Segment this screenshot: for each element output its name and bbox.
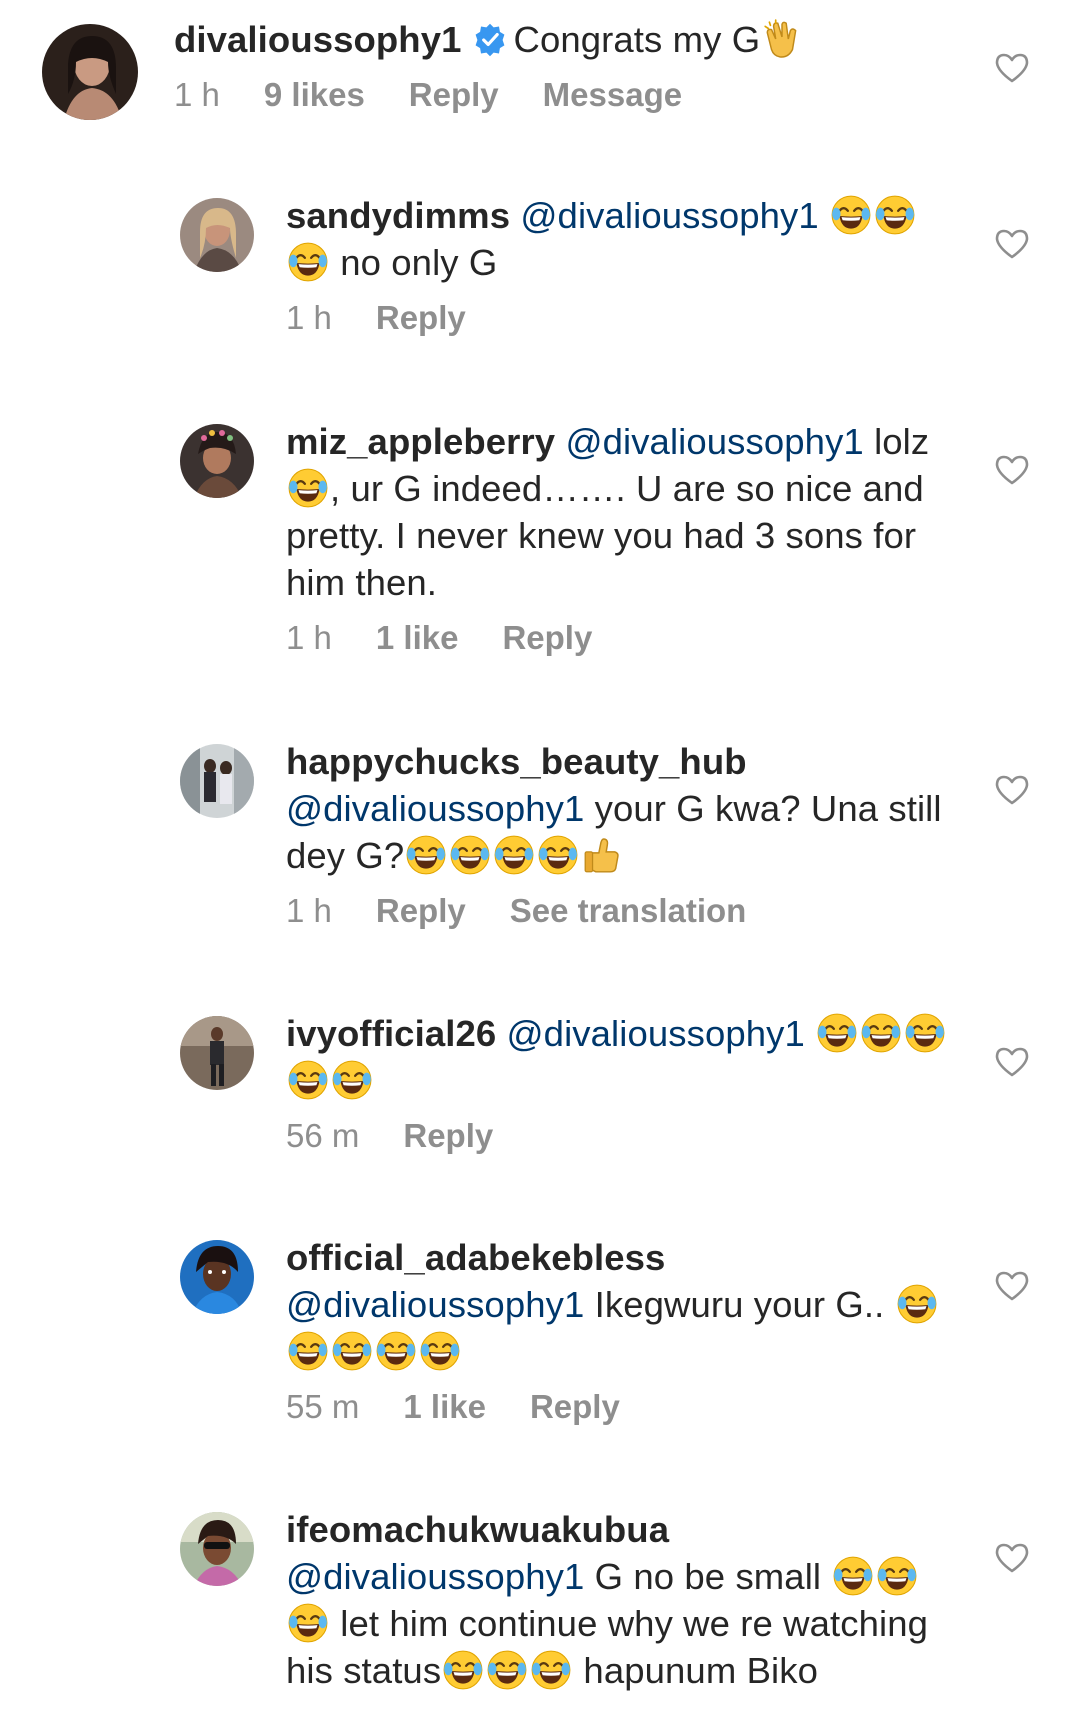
comment-text-segment: lolz xyxy=(863,421,930,462)
face-with-tears-of-joy-emoji xyxy=(442,1649,484,1691)
face-with-tears-of-joy-emoji xyxy=(375,1330,417,1372)
comment-text-segment: G no be small xyxy=(584,1556,832,1597)
comment-text-segment: Congrats my G xyxy=(513,19,761,60)
message-button[interactable]: Message xyxy=(543,73,682,117)
comment-text: divalioussophy1 Congrats my G xyxy=(174,16,960,63)
face-with-tears-of-joy-emoji xyxy=(530,1649,572,1691)
comment-time: 1 h xyxy=(286,299,332,336)
thumbs-up-emoji xyxy=(581,834,623,876)
face-with-tears-of-joy-emoji xyxy=(486,1649,528,1691)
comment-username[interactable]: divalioussophy1 xyxy=(174,19,462,60)
verified-badge-icon xyxy=(472,22,508,58)
comment-text: ifeomachukwuakubua @divalioussophy1 G no… xyxy=(286,1506,960,1694)
face-with-tears-of-joy-emoji xyxy=(287,467,329,509)
comment-username[interactable]: ifeomachukwuakubua xyxy=(286,1509,669,1550)
comment-text: official_adabekebless @divalioussophy1 I… xyxy=(286,1234,960,1375)
reply-button[interactable]: Reply xyxy=(502,616,592,660)
face-with-tears-of-joy-emoji xyxy=(331,1059,373,1101)
avatar[interactable] xyxy=(180,198,254,272)
comment-text-segment: , ur G indeed……. U are so nice and prett… xyxy=(286,468,924,603)
heart-outline-icon[interactable] xyxy=(994,774,1030,806)
face-with-tears-of-joy-emoji xyxy=(493,834,535,876)
comment-time: 55 m xyxy=(286,1388,360,1425)
face-with-tears-of-joy-emoji xyxy=(287,1330,329,1372)
avatar[interactable] xyxy=(180,1016,254,1090)
likes-count[interactable]: 9 likes xyxy=(264,73,365,117)
face-with-tears-of-joy-emoji xyxy=(287,241,329,283)
clapping-hands-emoji xyxy=(761,18,803,60)
comment-time: 1 h xyxy=(286,892,332,929)
mention-link[interactable]: @divalioussophy1 xyxy=(507,1013,805,1054)
mention-link[interactable]: @divalioussophy1 xyxy=(286,788,584,829)
face-with-tears-of-joy-emoji xyxy=(876,1555,918,1597)
mention-link[interactable]: @divalioussophy1 xyxy=(286,1556,584,1597)
comment-username[interactable]: happychucks_beauty_hub xyxy=(286,741,747,782)
heart-outline-icon[interactable] xyxy=(994,454,1030,486)
comment-meta: 1 h 9 likes Reply Message xyxy=(174,73,960,117)
comment-meta: 1 h Reply xyxy=(286,296,960,340)
likes-count[interactable]: 1 like xyxy=(403,1385,486,1429)
comment-text: ivyofficial26 @divalioussophy1 xyxy=(286,1010,960,1104)
comment-meta: 1 h Reply See translation xyxy=(286,889,960,933)
comment-time: 1 h xyxy=(286,619,332,656)
reply-button[interactable]: Reply xyxy=(530,1385,620,1429)
reply-button[interactable]: Reply xyxy=(376,296,466,340)
comment-text-segment: Ikegwuru your G.. xyxy=(584,1284,895,1325)
avatar[interactable] xyxy=(180,424,254,498)
heart-outline-icon[interactable] xyxy=(994,1046,1030,1078)
comment-text: happychucks_beauty_hub @divalioussophy1 … xyxy=(286,738,960,879)
face-with-tears-of-joy-emoji xyxy=(904,1012,946,1054)
comment-text-segment: no only G xyxy=(330,242,498,283)
face-with-tears-of-joy-emoji xyxy=(896,1283,938,1325)
avatar[interactable] xyxy=(180,744,254,818)
reply-button[interactable]: Reply xyxy=(409,73,499,117)
comment-text-segment: hapunum Biko xyxy=(573,1650,818,1691)
face-with-tears-of-joy-emoji xyxy=(287,1059,329,1101)
comment-time: 1 h xyxy=(174,76,220,113)
face-with-tears-of-joy-emoji xyxy=(874,194,916,236)
comment-text: miz_appleberry @divalioussophy1 lolz , u… xyxy=(286,418,960,606)
face-with-tears-of-joy-emoji xyxy=(860,1012,902,1054)
comment-username[interactable]: sandydimms xyxy=(286,195,510,236)
comment-meta: 56 m Reply xyxy=(286,1114,960,1158)
comment-username[interactable]: ivyofficial26 xyxy=(286,1013,496,1054)
mention-link[interactable]: @divalioussophy1 xyxy=(565,421,863,462)
face-with-tears-of-joy-emoji xyxy=(816,1012,858,1054)
face-with-tears-of-joy-emoji xyxy=(830,194,872,236)
mention-link[interactable]: @divalioussophy1 xyxy=(520,195,818,236)
face-with-tears-of-joy-emoji xyxy=(331,1330,373,1372)
avatar[interactable] xyxy=(180,1512,254,1586)
likes-count[interactable]: 1 like xyxy=(376,616,459,660)
reply-button[interactable]: Reply xyxy=(376,889,466,933)
comment-text: sandydimms @divalioussophy1 no only G xyxy=(286,192,960,286)
heart-outline-icon[interactable] xyxy=(994,1270,1030,1302)
avatar[interactable] xyxy=(42,24,138,120)
comment-time: 56 m xyxy=(286,1117,360,1154)
heart-outline-icon[interactable] xyxy=(994,228,1030,260)
see-translation-button[interactable]: See translation xyxy=(510,889,747,933)
comment-username[interactable]: official_adabekebless xyxy=(286,1237,665,1278)
heart-outline-icon[interactable] xyxy=(994,1542,1030,1574)
face-with-tears-of-joy-emoji xyxy=(287,1602,329,1644)
comment-username[interactable]: miz_appleberry xyxy=(286,421,555,462)
face-with-tears-of-joy-emoji xyxy=(537,834,579,876)
comment-meta: 1 h 1 like Reply xyxy=(286,616,960,660)
mention-link[interactable]: @divalioussophy1 xyxy=(286,1284,584,1325)
face-with-tears-of-joy-emoji xyxy=(419,1330,461,1372)
comment-meta: 55 m 1 like Reply xyxy=(286,1385,960,1429)
face-with-tears-of-joy-emoji xyxy=(832,1555,874,1597)
heart-outline-icon[interactable] xyxy=(994,52,1030,84)
reply-button[interactable]: Reply xyxy=(403,1114,493,1158)
avatar[interactable] xyxy=(180,1240,254,1314)
face-with-tears-of-joy-emoji xyxy=(449,834,491,876)
face-with-tears-of-joy-emoji xyxy=(405,834,447,876)
